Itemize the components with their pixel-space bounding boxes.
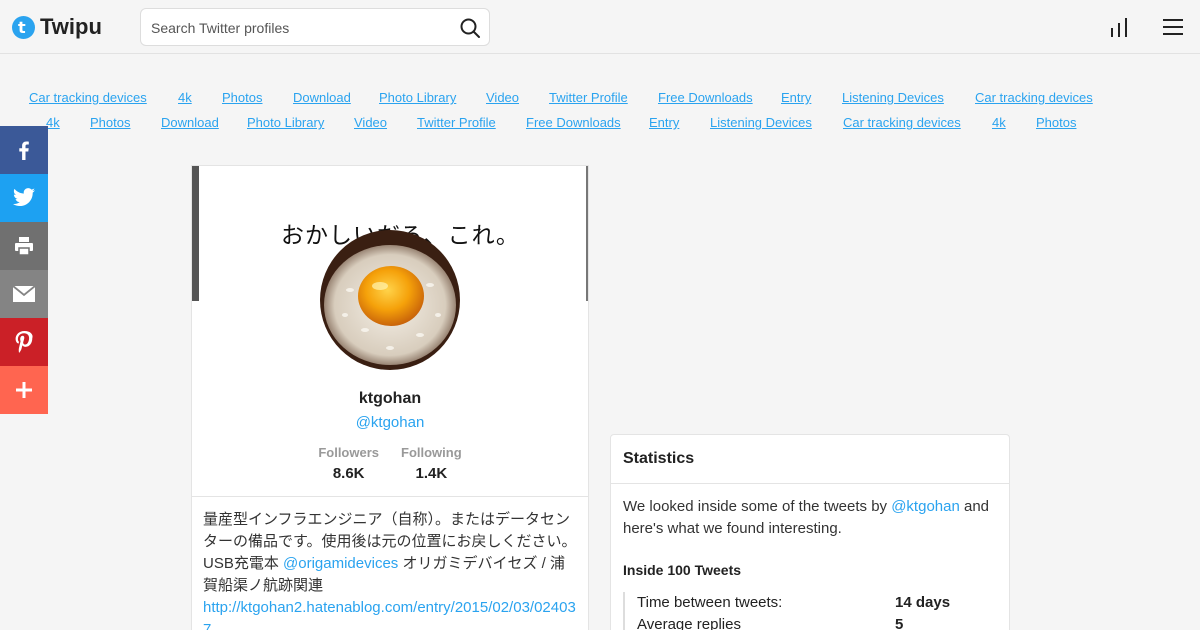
bio-url-link[interactable]: http://ktgohan2.hatenablog.com/entry/201… [203,599,576,630]
following-count[interactable]: Following 1.4K [401,445,462,482]
profile-handle[interactable]: @ktgohan [192,414,588,431]
keyword-link[interactable]: Twitter Profile [549,90,628,105]
twipu-logo-icon: t [12,15,35,39]
profile-counts: Followers 8.6K Following 1.4K [192,445,588,482]
plus-icon [16,382,32,398]
bio-mention-link[interactable]: @origamidevices [283,555,398,572]
keyword-link[interactable]: 4k [46,115,60,130]
hamburger-menu-icon[interactable] [1162,17,1184,37]
keyword-link[interactable]: Entry [781,90,811,105]
share-bar [0,126,48,414]
share-more-button[interactable] [0,366,48,414]
profile-name: ktgohan [358,390,422,407]
keyword-link[interactable]: Photo Library [379,90,456,105]
keyword-link[interactable]: Car tracking devices [29,90,147,105]
keyword-link[interactable]: Photos [1036,115,1076,130]
email-icon [12,285,36,302]
keyword-link[interactable]: Photos [90,115,130,130]
keyword-link[interactable]: 4k [992,115,1006,130]
avatar-egg-on-rice-image [320,230,460,370]
site-logo-text: Twipu [40,14,102,39]
stat-value: 5 [895,616,904,630]
keyword-link[interactable]: Entry [649,115,679,130]
share-facebook-button[interactable] [0,126,48,174]
share-twitter-button[interactable] [0,174,48,222]
stat-row: Time between tweets: 14 days [637,592,1003,614]
keyword-link[interactable]: Video [486,90,519,105]
following-label: Following [401,445,462,460]
keyword-link[interactable]: 4k [178,90,192,105]
profile-card: おかしいだろ、これ。 [191,165,589,630]
keyword-link[interactable]: Listening Devices [710,115,812,130]
keyword-link[interactable]: Listening Devices [842,90,944,105]
stat-row: Average replies 5 [637,614,1003,630]
search-icon[interactable] [459,17,481,39]
following-value: 1.4K [415,465,448,482]
followers-label: Followers [318,445,380,460]
print-icon [15,237,33,256]
keyword-link[interactable]: Free Downloads [658,90,753,105]
followers-count[interactable]: Followers 8.6K [318,445,379,482]
intro-handle-link[interactable]: @ktgohan [891,498,960,515]
pinterest-icon [15,331,33,353]
keyword-link[interactable]: Download [293,90,351,105]
stat-label: Time between tweets: [637,594,783,611]
keyword-links-row-1: Car tracking devices 4k Photos Download … [0,90,1200,110]
statistics-card: Statistics We looked inside some of the … [610,434,1010,630]
site-logo[interactable]: t Twipu [12,14,102,40]
keyword-link[interactable]: Photo Library [247,115,324,130]
statistics-intro: We looked inside some of the tweets by @… [623,496,1003,540]
share-print-button[interactable] [0,222,48,270]
keyword-link[interactable]: Car tracking devices [843,115,961,130]
share-pinterest-button[interactable] [0,318,48,366]
keyword-links-row-2: 4k Photos Download Photo Library Video T… [0,115,1200,135]
keyword-link[interactable]: Car tracking devices [975,90,1093,105]
keyword-link[interactable]: Download [161,115,219,130]
followers-value: 8.6K [332,465,365,482]
share-email-button[interactable] [0,270,48,318]
avatar[interactable] [320,230,460,370]
intro-text: We looked inside some of the tweets by [623,498,892,515]
stat-value: 14 days [895,594,951,611]
keyword-link[interactable]: Video [354,115,387,130]
keyword-link[interactable]: Photos [222,90,262,105]
bar-chart-icon[interactable] [1108,16,1130,38]
keyword-link[interactable]: Free Downloads [526,115,621,130]
facebook-icon [19,141,29,160]
search-input[interactable] [151,18,451,38]
divider [192,496,588,497]
keyword-link[interactable]: Twitter Profile [417,115,496,130]
profile-bio: 量産型インフラエンジニア（自称）。またはデータセンターの備品です。使用後は元の位… [203,509,579,630]
twitter-icon [13,188,35,206]
stat-label: Average replies [637,616,741,630]
statistics-subtitle: Inside 100 Tweets [623,562,742,578]
statistics-rows: Time between tweets: 14 days Average rep… [623,592,1003,630]
statistics-title: Statistics [611,435,1009,484]
top-bar: t Twipu [0,0,1200,54]
search-box [140,8,490,46]
